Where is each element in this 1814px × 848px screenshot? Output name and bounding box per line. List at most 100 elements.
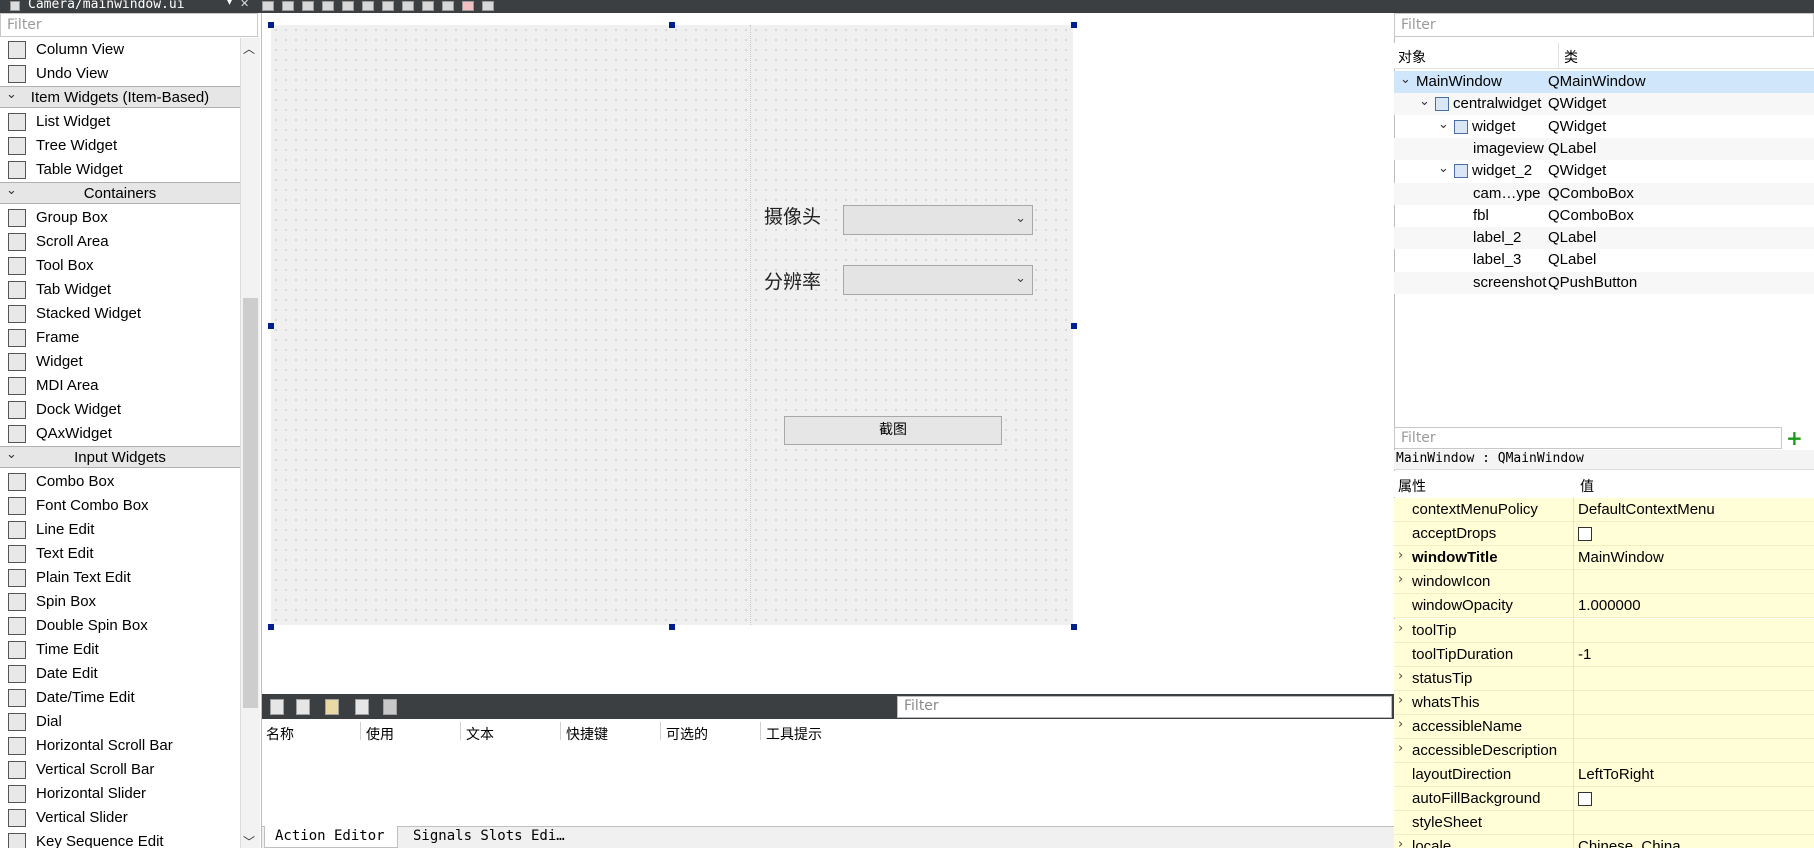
layout-grid-icon[interactable]	[442, 1, 454, 11]
selection-handle-ml[interactable]	[268, 323, 274, 329]
object-tree-row[interactable]: screenshot QPushButton	[1394, 271, 1814, 294]
chevron-right-icon[interactable]: ›	[1398, 572, 1403, 587]
widget-box-item[interactable]: Horizontal Scroll Bar	[0, 734, 240, 758]
object-tree-row[interactable]: ⌄ centralwidget QWidget	[1394, 93, 1814, 116]
new-action-icon[interactable]	[270, 699, 284, 715]
widget-box-item[interactable]: Key Sequence Edit	[0, 830, 240, 848]
widget-box-item[interactable]: List Widget	[0, 110, 240, 134]
widget-box-item[interactable]: Frame	[0, 326, 240, 350]
widget-box-item[interactable]: Undo View	[0, 62, 240, 86]
chevron-right-icon[interactable]: ›	[1398, 669, 1403, 684]
chevron-right-icon[interactable]: ›	[1398, 693, 1403, 708]
object-tree-row[interactable]: label_3 QLabel	[1394, 249, 1814, 271]
property-row[interactable]: › statusTip	[1394, 666, 1814, 691]
action-column-header[interactable]: 工具提示	[766, 724, 822, 744]
chevron-right-icon[interactable]: ›	[1398, 717, 1403, 732]
chevron-down-icon[interactable]: ⌄	[1438, 161, 1449, 176]
close-tab-icon[interactable]: ✕	[240, 0, 249, 10]
property-row[interactable]: toolTipDuration -1	[1394, 642, 1814, 667]
action-column-header[interactable]: 快捷键	[566, 724, 608, 744]
class-column-header[interactable]: 类	[1564, 47, 1578, 67]
widget-box-item[interactable]: Font Combo Box	[0, 494, 240, 518]
widget-category-header[interactable]: ⌄ Containers	[0, 182, 240, 204]
property-checkbox[interactable]	[1578, 792, 1592, 807]
layout-horizontal-icon[interactable]	[342, 1, 354, 11]
property-value[interactable]: Chinese, China	[1578, 838, 1681, 848]
widget-box-item[interactable]: Widget	[0, 350, 240, 374]
object-tree-row[interactable]: ⌄ widget QWidget	[1394, 116, 1814, 138]
widget-box-item[interactable]: Dock Widget	[0, 398, 240, 422]
property-row[interactable]: styleSheet	[1394, 811, 1814, 836]
widget-box-item[interactable]: Double Spin Box	[0, 614, 240, 638]
edit-signals-slots-icon[interactable]	[282, 1, 294, 11]
object-tree-row[interactable]: fbl QComboBox	[1394, 205, 1814, 227]
widget-box-filter-input[interactable]: Filter	[0, 13, 258, 37]
chevron-down-icon[interactable]: ⌄	[1419, 94, 1430, 109]
action-column-header[interactable]: 文本	[466, 724, 494, 744]
chevron-down-icon[interactable]: ⌄	[1438, 117, 1449, 132]
widget-box-item[interactable]: Stacked Widget	[0, 302, 240, 326]
object-inspector-filter-input[interactable]: Filter	[1394, 13, 1814, 37]
selection-handle-tm[interactable]	[669, 22, 675, 28]
layout-vertical-icon[interactable]	[362, 1, 374, 11]
screenshot-button[interactable]: 截图	[784, 416, 1002, 445]
object-tree-row[interactable]: imageview QLabel	[1394, 137, 1814, 160]
property-row[interactable]: › windowIcon	[1394, 570, 1814, 595]
widget-category-header[interactable]: ⌄ Input Widgets	[0, 446, 240, 468]
copy-action-icon[interactable]	[296, 699, 310, 715]
widget-box-item[interactable]: Date/Time Edit	[0, 686, 240, 710]
widget-box-item[interactable]: QAxWidget	[0, 422, 240, 446]
property-column-header[interactable]: 属性	[1398, 476, 1426, 496]
object-column-header[interactable]: 对象	[1398, 47, 1426, 67]
break-layout-icon[interactable]	[462, 1, 474, 11]
add-dynamic-property-icon[interactable]: +	[1786, 426, 1803, 450]
layout-splitter-v-icon[interactable]	[402, 1, 414, 11]
delete-action-icon[interactable]	[355, 699, 369, 715]
widget-box-item[interactable]: Table Widget	[0, 158, 240, 182]
chevron-down-icon[interactable]: ⌄	[1400, 72, 1411, 87]
property-value[interactable]: 1.000000	[1578, 597, 1641, 614]
object-tree-row[interactable]: label_2 QLabel	[1394, 227, 1814, 250]
widget-box-item[interactable]: MDI Area	[0, 374, 240, 398]
property-row[interactable]: › accessibleName	[1394, 714, 1814, 739]
property-row[interactable]: › windowTitle MainWindow	[1394, 546, 1814, 571]
chevron-right-icon[interactable]: ›	[1398, 621, 1403, 636]
property-value[interactable]: MainWindow	[1578, 549, 1664, 566]
action-column-header[interactable]: 可选的	[666, 724, 708, 744]
property-value[interactable]: DefaultContextMenu	[1578, 501, 1715, 518]
edit-tab-order-icon[interactable]	[322, 1, 334, 11]
selection-handle-mr[interactable]	[1071, 323, 1077, 329]
widget-box-item[interactable]: Tab Widget	[0, 278, 240, 302]
scroll-up-icon[interactable]: ︿	[243, 40, 255, 57]
adjust-size-icon[interactable]	[482, 1, 494, 11]
property-row[interactable]: › locale Chinese, China	[1394, 835, 1814, 848]
action-column-header[interactable]: 名称	[266, 724, 294, 744]
object-tree-row[interactable]: ⌄ widget_2 QWidget	[1394, 160, 1814, 182]
layout-form-icon[interactable]	[422, 1, 434, 11]
chevron-right-icon[interactable]: ›	[1398, 837, 1403, 848]
property-value[interactable]: -1	[1578, 646, 1591, 663]
scroll-down-icon[interactable]: ﹀	[243, 833, 255, 848]
property-row[interactable]: autoFillBackground	[1394, 787, 1814, 812]
property-row[interactable]: windowOpacity 1.000000	[1394, 594, 1814, 619]
editor-tab-title[interactable]: Camera/mainwindow.ui	[28, 0, 185, 12]
widget-box-item[interactable]: Text Edit	[0, 542, 240, 566]
widget-box-item[interactable]: Plain Text Edit	[0, 566, 240, 590]
widget-box-item[interactable]: Dial	[0, 710, 240, 734]
chevron-right-icon[interactable]: ›	[1398, 741, 1403, 756]
widget-box-item[interactable]: Combo Box	[0, 470, 240, 494]
widget-box-item[interactable]: Date Edit	[0, 662, 240, 686]
configure-action-icon[interactable]	[383, 699, 397, 715]
property-filter-input[interactable]: Filter	[1394, 427, 1782, 449]
widget-box-scroll-thumb[interactable]	[243, 298, 258, 708]
widget-box-item[interactable]: Column View	[0, 38, 240, 62]
widget-box-item[interactable]: Horizontal Slider	[0, 782, 240, 806]
widget-box-item[interactable]: Group Box	[0, 206, 240, 230]
selection-handle-br[interactable]	[1071, 624, 1077, 630]
widget-box-item[interactable]: Time Edit	[0, 638, 240, 662]
edit-widgets-icon[interactable]	[262, 1, 274, 11]
action-column-header[interactable]: 使用	[366, 724, 394, 744]
property-checkbox[interactable]	[1578, 527, 1592, 542]
widget-box-item[interactable]: Tree Widget	[0, 134, 240, 158]
layout-splitter-h-icon[interactable]	[382, 1, 394, 11]
